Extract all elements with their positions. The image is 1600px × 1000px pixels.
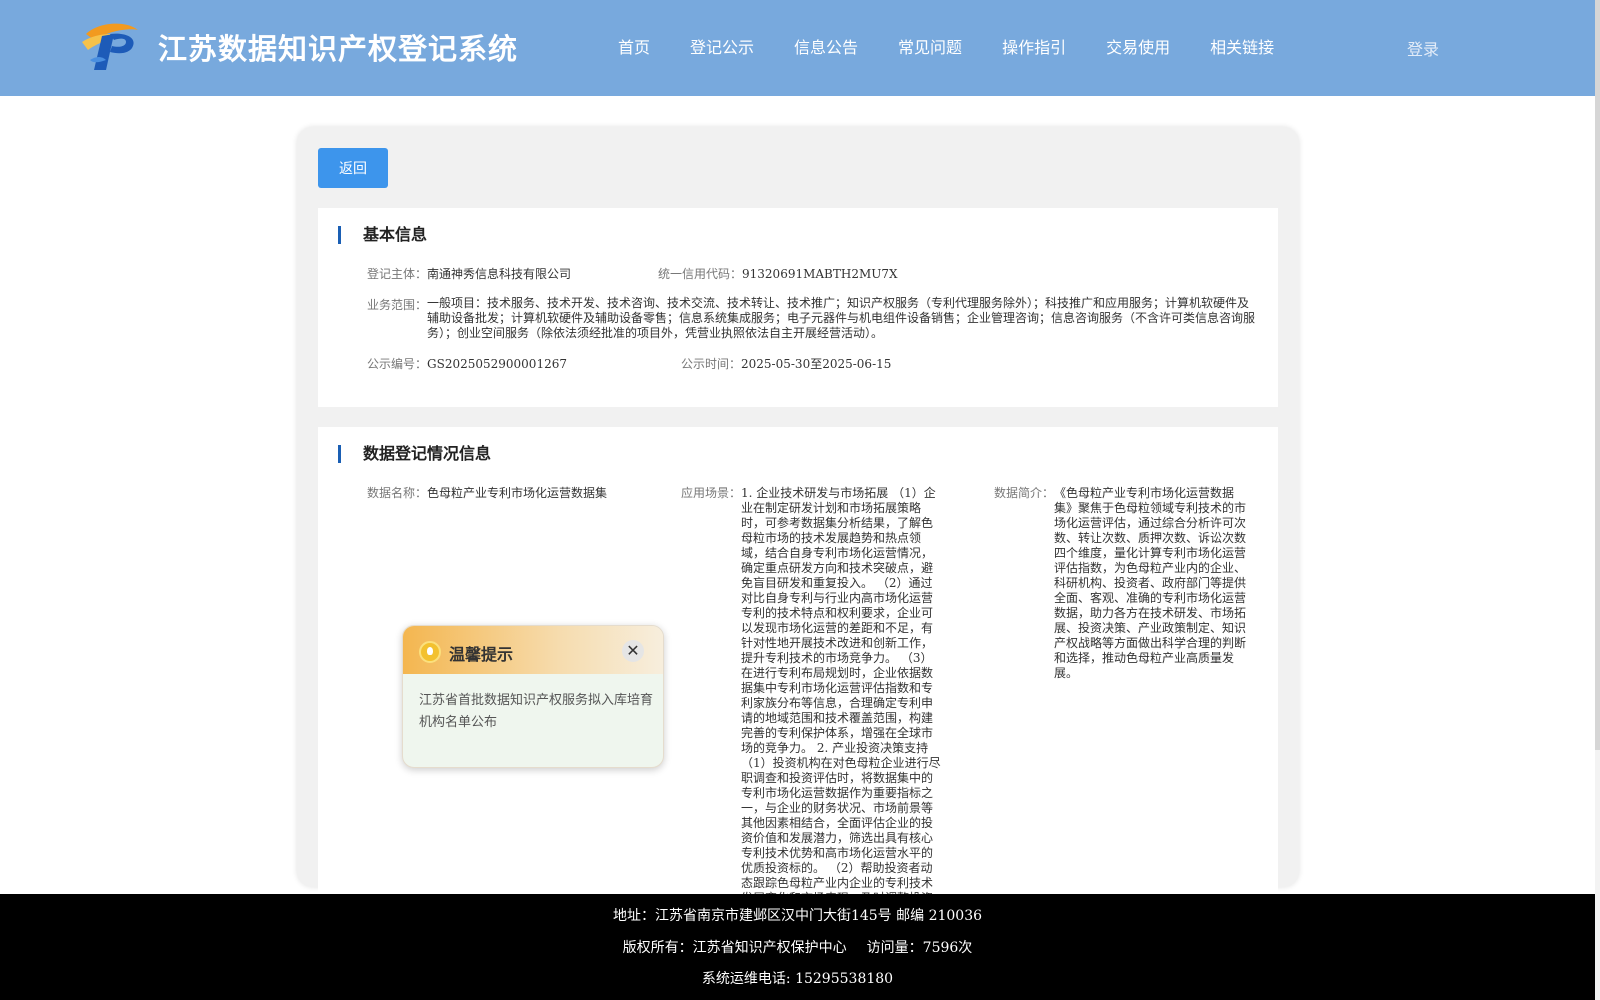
footer-phone: 系统运维电话: 15295538180 xyxy=(701,971,894,987)
scene-label: 应用场景： xyxy=(681,486,742,500)
publication-time-value: 2025-05-30至2025-06-15 xyxy=(741,357,892,371)
footer-visits: 访问量：7596次 xyxy=(866,940,973,956)
scene-label-wrap: 应用场景： xyxy=(681,486,741,501)
nav-item-announcements[interactable]: 信息公告 xyxy=(794,34,858,58)
nav-item-links[interactable]: 相关链接 xyxy=(1210,34,1274,58)
page-scrollbar-thumb[interactable] xyxy=(1595,0,1600,750)
publication-time-label: 公示时间： xyxy=(681,357,742,371)
site-title: 江苏数据知识产权登记系统 xyxy=(158,32,519,66)
data-name-field: 数据名称：色母粒产业专利市场化运营数据集 xyxy=(367,486,607,501)
basic-info-panel: 基本信息 登记主体：南通神秀信息科技有限公司 统一信用代码：91320691MA… xyxy=(318,208,1278,407)
publication-number-value: GS2025052900001267 xyxy=(427,357,567,371)
nav-item-trade-use[interactable]: 交易使用 xyxy=(1106,34,1170,58)
scope-label: 业务范围： xyxy=(367,298,428,312)
entity-field: 登记主体：南通神秀信息科技有限公司 xyxy=(367,267,571,282)
site-footer: 地址：江苏省南京市建邺区汉中门大街145号 邮编 210036 版权所有：江苏省… xyxy=(0,894,1595,1000)
intro-value: 《色母粒产业专利市场化运营数据集》聚焦于色母粒领域专利技术的市场化运营评估，通过… xyxy=(1054,486,1247,680)
section-title-data: 数据登记情况信息 xyxy=(338,445,491,463)
footer-address: 地址：江苏省南京市建邺区汉中门大街145号 邮编 210036 xyxy=(612,908,983,924)
site-logo-icon[interactable] xyxy=(80,20,142,72)
credit-code-label: 统一信用代码： xyxy=(658,267,743,281)
nav-item-faq[interactable]: 常见问题 xyxy=(898,34,962,58)
site-header: 江苏数据知识产权登记系统 首页 登记公示 信息公告 常见问题 操作指引 交易使用… xyxy=(0,0,1595,96)
close-icon[interactable]: ✕ xyxy=(622,640,644,662)
entity-value: 南通神秀信息科技有限公司 xyxy=(427,267,572,281)
footer-copyright-line: 版权所有：江苏省知识产权保护中心 访问量：7596次 xyxy=(0,937,1595,957)
intro-label-wrap: 数据简介： xyxy=(994,486,1054,501)
credit-code-field: 统一信用代码：91320691MABTH2MU7X xyxy=(658,267,898,282)
lightbulb-icon xyxy=(419,641,441,663)
entity-label: 登记主体： xyxy=(367,267,428,281)
nav-item-registration-public[interactable]: 登记公示 xyxy=(690,34,754,58)
nav-item-guide[interactable]: 操作指引 xyxy=(1002,34,1066,58)
scene-value: 1. 企业技术研发与市场拓展 （1）企业在制定研发计划和市场拓展策略时，可参考数… xyxy=(741,486,941,894)
publication-number-label: 公示编号： xyxy=(367,357,428,371)
notice-popup-header: 温馨提示 ✕ xyxy=(403,626,663,674)
footer-copyright: 版权所有：江苏省知识产权保护中心 xyxy=(622,940,847,956)
credit-code-value: 91320691MABTH2MU7X xyxy=(742,267,898,281)
back-button[interactable]: 返回 xyxy=(318,148,388,188)
main-nav: 首页 登记公示 信息公告 常见问题 操作指引 交易使用 相关链接 xyxy=(618,34,1314,58)
notice-popup-link[interactable]: 江苏省首批数据知识产权服务拟入库培育机构名单公布 xyxy=(419,690,655,734)
notice-popup: 温馨提示 ✕ 江苏省首批数据知识产权服务拟入库培育机构名单公布 xyxy=(402,625,664,768)
publication-time-field: 公示时间：2025-05-30至2025-06-15 xyxy=(681,357,891,372)
intro-label: 数据简介： xyxy=(994,486,1055,500)
scope-value: 一般项目：技术服务、技术开发、技术咨询、技术交流、技术转让、技术推广；知识产权服… xyxy=(427,296,1256,340)
data-name-value: 色母粒产业专利市场化运营数据集 xyxy=(427,486,608,500)
data-name-label: 数据名称： xyxy=(367,486,428,500)
login-link[interactable]: 登录 xyxy=(1407,36,1439,60)
nav-item-home[interactable]: 首页 xyxy=(618,34,650,58)
publication-number-field: 公示编号：GS2025052900001267 xyxy=(367,357,567,372)
section-title-basic: 基本信息 xyxy=(338,226,427,244)
notice-popup-title: 温馨提示 xyxy=(449,645,514,664)
